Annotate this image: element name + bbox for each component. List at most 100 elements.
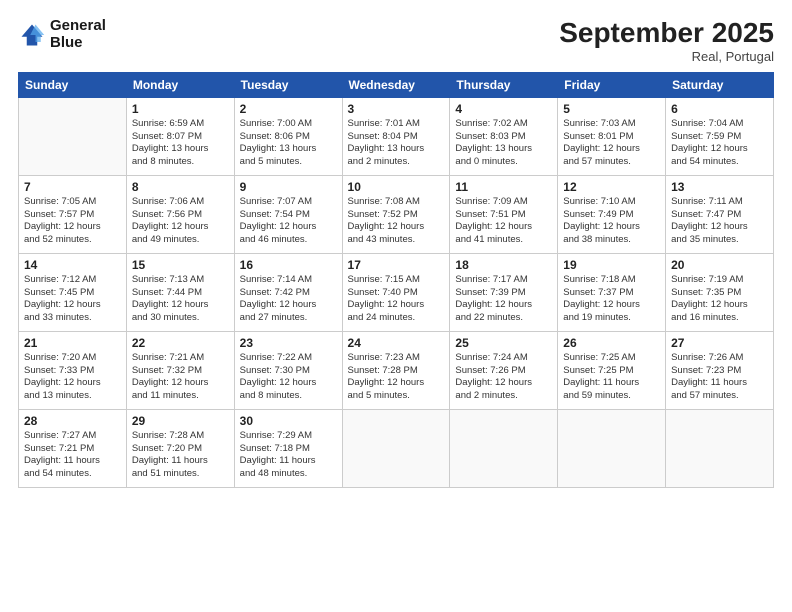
day-number: 4 — [455, 102, 552, 116]
calendar-cell: 23 Sunrise: 7:22 AMSunset: 7:30 PMDayligh… — [234, 331, 342, 409]
day-info: Sunrise: 7:24 AMSunset: 7:26 PMDaylight:… — [455, 352, 552, 403]
calendar-cell: 1 Sunrise: 6:59 AMSunset: 8:07 PMDaylight… — [126, 97, 234, 175]
day-info: Sunrise: 7:26 AMSunset: 7:23 PMDaylight:… — [671, 352, 768, 403]
calendar-cell: 19 Sunrise: 7:18 AMSunset: 7:37 PMDayligh… — [558, 253, 666, 331]
calendar-cell — [558, 409, 666, 487]
calendar-cell: 9Sunrise: 7:07 AMSunset: 7:54 PMDaylight… — [234, 175, 342, 253]
day-info: Sunrise: 7:18 AMSunset: 7:37 PMDaylight:… — [563, 274, 660, 325]
calendar-week-5: 28Sunrise: 7:27 AMSunset: 7:21 PMDayligh… — [19, 409, 774, 487]
day-info: Sunrise: 7:10 AMSunset: 7:49 PMDaylight:… — [563, 196, 660, 247]
calendar-cell: 3 Sunrise: 7:01 AMSunset: 8:04 PMDaylight… — [342, 97, 450, 175]
day-number: 7 — [24, 180, 121, 194]
calendar-cell: 11 Sunrise: 7:09 AMSunset: 7:51 PMDayligh… — [450, 175, 558, 253]
day-number: 19 — [563, 258, 660, 272]
header: General Blue September 2025 Real, Portug… — [18, 18, 774, 64]
calendar-cell: 7 Sunrise: 7:05 AMSunset: 7:57 PMDaylight… — [19, 175, 127, 253]
day-info: Sunrise: 7:04 AMSunset: 7:59 PMDaylight:… — [671, 118, 768, 169]
calendar-cell: 28Sunrise: 7:27 AMSunset: 7:21 PMDayligh… — [19, 409, 127, 487]
day-info: Sunrise: 7:07 AMSunset: 7:54 PMDaylight:… — [240, 196, 337, 247]
col-friday: Friday — [558, 72, 666, 97]
calendar-cell — [19, 97, 127, 175]
day-number: 1 — [132, 102, 229, 116]
logo: General Blue — [18, 18, 106, 51]
day-info: Sunrise: 7:13 AMSunset: 7:44 PMDaylight:… — [132, 274, 229, 325]
day-info: Sunrise: 7:28 AMSunset: 7:20 PMDaylight:… — [132, 430, 229, 481]
calendar-cell: 12 Sunrise: 7:10 AMSunset: 7:49 PMDayligh… — [558, 175, 666, 253]
col-thursday: Thursday — [450, 72, 558, 97]
day-info: Sunrise: 7:06 AMSunset: 7:56 PMDaylight:… — [132, 196, 229, 247]
day-info: Sunrise: 7:23 AMSunset: 7:28 PMDaylight:… — [348, 352, 445, 403]
day-info: Sunrise: 7:01 AMSunset: 8:04 PMDaylight:… — [348, 118, 445, 169]
day-number: 5 — [563, 102, 660, 116]
calendar-cell: 6Sunrise: 7:04 AMSunset: 7:59 PMDaylight… — [666, 97, 774, 175]
calendar-cell: 30 Sunrise: 7:29 AMSunset: 7:18 PMDayligh… — [234, 409, 342, 487]
day-number: 20 — [671, 258, 768, 272]
day-info: Sunrise: 7:29 AMSunset: 7:18 PMDaylight:… — [240, 430, 337, 481]
calendar-cell: 14Sunrise: 7:12 AMSunset: 7:45 PMDayligh… — [19, 253, 127, 331]
day-number: 18 — [455, 258, 552, 272]
day-info: Sunrise: 7:12 AMSunset: 7:45 PMDaylight:… — [24, 274, 121, 325]
calendar: Sunday Monday Tuesday Wednesday Thursday… — [18, 72, 774, 488]
day-number: 2 — [240, 102, 337, 116]
calendar-cell: 27 Sunrise: 7:26 AMSunset: 7:23 PMDayligh… — [666, 331, 774, 409]
calendar-cell: 20Sunrise: 7:19 AMSunset: 7:35 PMDayligh… — [666, 253, 774, 331]
calendar-cell: 13 Sunrise: 7:11 AMSunset: 7:47 PMDayligh… — [666, 175, 774, 253]
location: Real, Portugal — [559, 49, 774, 64]
day-number: 12 — [563, 180, 660, 194]
day-number: 13 — [671, 180, 768, 194]
day-number: 8 — [132, 180, 229, 194]
calendar-cell — [666, 409, 774, 487]
day-number: 22 — [132, 336, 229, 350]
col-sunday: Sunday — [19, 72, 127, 97]
day-number: 15 — [132, 258, 229, 272]
day-number: 23 — [240, 336, 337, 350]
calendar-week-1: 1 Sunrise: 6:59 AMSunset: 8:07 PMDaylight… — [19, 97, 774, 175]
day-number: 3 — [348, 102, 445, 116]
day-number: 30 — [240, 414, 337, 428]
calendar-cell: 21 Sunrise: 7:20 AMSunset: 7:33 PMDayligh… — [19, 331, 127, 409]
month-title: September 2025 — [559, 18, 774, 49]
day-number: 26 — [563, 336, 660, 350]
calendar-cell: 15 Sunrise: 7:13 AMSunset: 7:44 PMDayligh… — [126, 253, 234, 331]
calendar-cell — [342, 409, 450, 487]
calendar-cell: 26Sunrise: 7:25 AMSunset: 7:25 PMDayligh… — [558, 331, 666, 409]
day-number: 11 — [455, 180, 552, 194]
calendar-cell: 25 Sunrise: 7:24 AMSunset: 7:26 PMDayligh… — [450, 331, 558, 409]
logo-icon — [18, 21, 46, 49]
calendar-cell — [450, 409, 558, 487]
calendar-week-3: 14Sunrise: 7:12 AMSunset: 7:45 PMDayligh… — [19, 253, 774, 331]
day-info: Sunrise: 7:21 AMSunset: 7:32 PMDaylight:… — [132, 352, 229, 403]
day-info: Sunrise: 7:05 AMSunset: 7:57 PMDaylight:… — [24, 196, 121, 247]
calendar-cell: 18 Sunrise: 7:17 AMSunset: 7:39 PMDayligh… — [450, 253, 558, 331]
day-info: Sunrise: 7:15 AMSunset: 7:40 PMDaylight:… — [348, 274, 445, 325]
page: General Blue September 2025 Real, Portug… — [0, 0, 792, 612]
day-info: Sunrise: 7:11 AMSunset: 7:47 PMDaylight:… — [671, 196, 768, 247]
day-number: 25 — [455, 336, 552, 350]
day-info: Sunrise: 7:08 AMSunset: 7:52 PMDaylight:… — [348, 196, 445, 247]
col-saturday: Saturday — [666, 72, 774, 97]
calendar-cell: 5 Sunrise: 7:03 AMSunset: 8:01 PMDaylight… — [558, 97, 666, 175]
day-info: Sunrise: 6:59 AMSunset: 8:07 PMDaylight:… — [132, 118, 229, 169]
day-info: Sunrise: 7:20 AMSunset: 7:33 PMDaylight:… — [24, 352, 121, 403]
day-number: 21 — [24, 336, 121, 350]
calendar-cell: 16Sunrise: 7:14 AMSunset: 7:42 PMDayligh… — [234, 253, 342, 331]
calendar-header-row: Sunday Monday Tuesday Wednesday Thursday… — [19, 72, 774, 97]
day-number: 24 — [348, 336, 445, 350]
calendar-cell: 24 Sunrise: 7:23 AMSunset: 7:28 PMDayligh… — [342, 331, 450, 409]
calendar-week-2: 7 Sunrise: 7:05 AMSunset: 7:57 PMDaylight… — [19, 175, 774, 253]
calendar-cell: 29Sunrise: 7:28 AMSunset: 7:20 PMDayligh… — [126, 409, 234, 487]
day-number: 10 — [348, 180, 445, 194]
calendar-body: 1 Sunrise: 6:59 AMSunset: 8:07 PMDaylight… — [19, 97, 774, 487]
calendar-cell: 2Sunrise: 7:00 AMSunset: 8:06 PMDaylight… — [234, 97, 342, 175]
day-info: Sunrise: 7:22 AMSunset: 7:30 PMDaylight:… — [240, 352, 337, 403]
col-tuesday: Tuesday — [234, 72, 342, 97]
day-info: Sunrise: 7:09 AMSunset: 7:51 PMDaylight:… — [455, 196, 552, 247]
day-info: Sunrise: 7:03 AMSunset: 8:01 PMDaylight:… — [563, 118, 660, 169]
logo-text: General Blue — [50, 18, 106, 51]
day-number: 27 — [671, 336, 768, 350]
col-monday: Monday — [126, 72, 234, 97]
day-number: 28 — [24, 414, 121, 428]
calendar-week-4: 21 Sunrise: 7:20 AMSunset: 7:33 PMDayligh… — [19, 331, 774, 409]
day-info: Sunrise: 7:17 AMSunset: 7:39 PMDaylight:… — [455, 274, 552, 325]
col-wednesday: Wednesday — [342, 72, 450, 97]
